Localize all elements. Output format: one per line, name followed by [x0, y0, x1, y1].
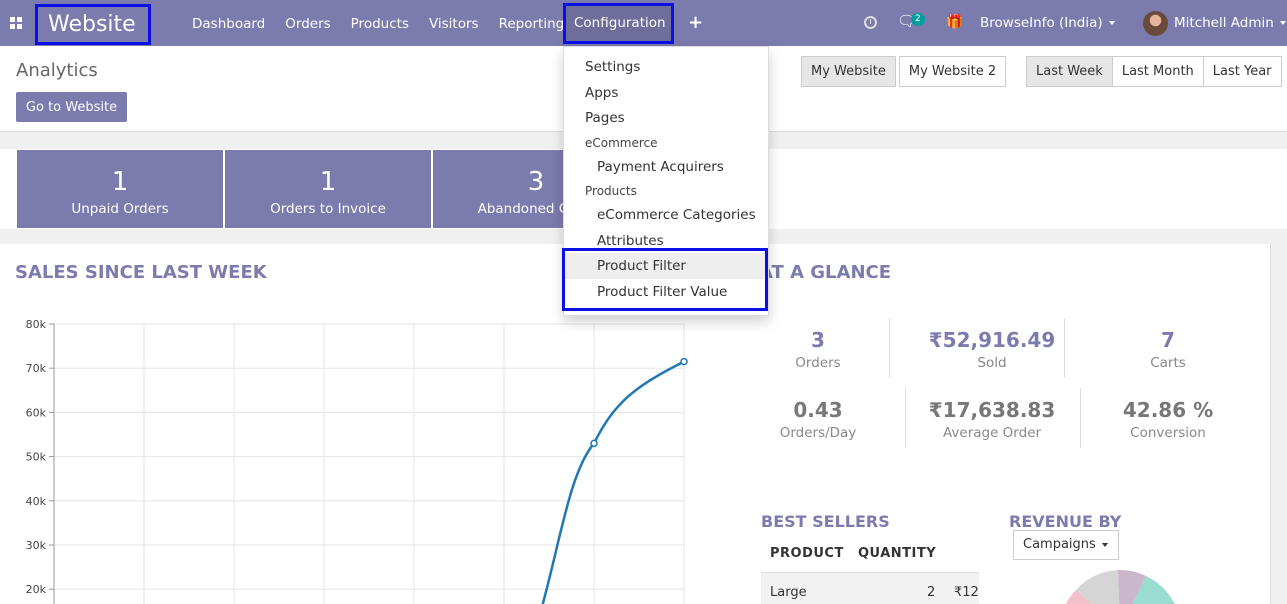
apps-menu-icon[interactable]: [10, 17, 22, 29]
cell-amount: ₹12: [954, 585, 979, 600]
tile-orders-to-invoice[interactable]: 1 Orders to Invoice: [225, 150, 431, 228]
menu-item-attributes[interactable]: Attributes: [564, 233, 768, 249]
chat-badge: 2: [911, 13, 925, 26]
revenue-title: REVENUE BY: [1009, 512, 1122, 531]
website-button-1[interactable]: My Website: [801, 56, 896, 87]
menu-item-ecommerce-categories[interactable]: eCommerce Categories: [564, 207, 768, 223]
menu-reporting[interactable]: Reporting: [489, 0, 575, 46]
menu-products[interactable]: Products: [341, 0, 419, 46]
period-last-week[interactable]: Last Week: [1026, 56, 1113, 87]
menu-dashboard[interactable]: Dashboard: [182, 0, 275, 46]
period-last-month[interactable]: Last Month: [1111, 56, 1204, 87]
stat-orders-per-day: 0.43 Orders/Day: [738, 398, 898, 441]
y-tick-label: 50k: [26, 451, 47, 464]
stat-value: 42.86 %: [1122, 398, 1214, 422]
glance-title: AT A GLANCE: [759, 262, 892, 283]
app-brand[interactable]: Website: [35, 4, 151, 45]
chevron-down-icon: [1101, 542, 1108, 547]
cell-product: Large: [770, 585, 807, 600]
y-tick-label: 60k: [26, 406, 47, 419]
stat-orders: 3 Orders: [738, 328, 898, 371]
revenue-dimension-dropdown[interactable]: Campaigns: [1013, 530, 1119, 560]
add-icon[interactable]: +: [688, 12, 703, 33]
stat-value: 7: [1161, 328, 1175, 352]
y-tick-label: 20k: [26, 583, 47, 596]
company-switcher[interactable]: BrowseInfo (India): [980, 15, 1115, 31]
clock-icon[interactable]: [864, 16, 877, 29]
best-sellers-title: BEST SELLERS: [761, 512, 890, 531]
period-last-year[interactable]: Last Year: [1202, 56, 1282, 87]
divider: [1080, 388, 1081, 448]
y-tick-label: 30k: [26, 539, 47, 552]
company-name: BrowseInfo (India): [980, 15, 1103, 31]
menu-item-payment-acquirers[interactable]: Payment Acquirers: [564, 159, 768, 175]
series-line: [541, 360, 685, 604]
tile-value: 1: [319, 167, 337, 197]
tile-unpaid-orders[interactable]: 1 Unpaid Orders: [17, 150, 223, 228]
breadcrumb: Analytics: [16, 60, 98, 81]
stat-label: Orders: [795, 355, 841, 371]
stat-label: Orders/Day: [779, 425, 857, 441]
menu-section-products: Products: [585, 184, 637, 198]
column-header-product: PRODUCT: [770, 546, 844, 561]
menu-item-apps[interactable]: Apps: [564, 85, 768, 101]
gift-icon[interactable]: 🎁: [946, 14, 963, 30]
tile-label: Unpaid Orders: [71, 201, 169, 217]
menu-item-settings[interactable]: Settings: [564, 59, 768, 75]
main-menu: Dashboard Orders Products Visitors Repor…: [182, 0, 574, 46]
divider: [889, 318, 890, 378]
column-header-quantity: QUANTITY: [858, 546, 937, 561]
sales-line-chart: 20k 30k 40k 50k 60k 70k 80k: [26, 318, 688, 604]
chevron-down-icon: [1108, 21, 1115, 25]
period-switcher: Last Week Last Month Last Year: [1026, 56, 1282, 87]
menu-visitors[interactable]: Visitors: [419, 0, 489, 46]
go-to-website-button[interactable]: Go to Website: [16, 92, 127, 122]
data-point: [680, 357, 688, 366]
highlight-box: [562, 248, 768, 311]
tile-label: Orders to Invoice: [270, 201, 386, 217]
menu-item-pages[interactable]: Pages: [564, 110, 768, 126]
menu-orders[interactable]: Orders: [275, 0, 340, 46]
stat-carts: 7 Carts: [1088, 328, 1248, 371]
stat-label: Carts: [1150, 355, 1186, 371]
chevron-down-icon: [1279, 21, 1286, 25]
menu-section-ecommerce: eCommerce: [585, 136, 658, 150]
sales-title: SALES SINCE LAST WEEK: [15, 262, 267, 283]
table-row[interactable]: Large 2 ₹12: [761, 572, 979, 604]
y-tick-label: 80k: [26, 318, 47, 331]
top-navbar: Website Dashboard Orders Products Visito…: [0, 0, 1287, 46]
stat-value: 3: [811, 328, 825, 352]
tile-value: 1: [111, 167, 129, 197]
stat-label: Conversion: [1130, 425, 1206, 441]
cell-quantity: 2: [927, 585, 936, 600]
stat-label: Sold: [977, 355, 1007, 371]
stat-value: ₹17,638.83: [928, 398, 1056, 422]
stat-label: Average Order: [942, 425, 1042, 441]
revenue-pie-chart: [1065, 569, 1175, 604]
y-tick-label: 70k: [26, 362, 47, 375]
website-button-2[interactable]: My Website 2: [898, 56, 1007, 87]
website-switcher: My Website My Website 2: [801, 56, 1007, 87]
stat-value: 0.43: [793, 398, 843, 422]
user-name: Mitchell Admin: [1174, 15, 1274, 31]
sales-chart: 20k 30k 40k 50k 60k 70k 80k: [0, 314, 700, 604]
data-point: [590, 439, 598, 448]
stat-value: ₹52,916.49: [928, 328, 1056, 352]
divider: [1064, 318, 1065, 378]
user-menu[interactable]: Mitchell Admin: [1174, 15, 1286, 31]
stat-average-order: ₹17,638.83 Average Order: [912, 398, 1072, 441]
y-tick-label: 40k: [26, 495, 47, 508]
divider: [905, 388, 906, 448]
avatar[interactable]: [1143, 11, 1168, 36]
dropdown-value: Campaigns: [1023, 537, 1096, 552]
menu-configuration[interactable]: Configuration: [563, 3, 674, 44]
stat-conversion: 42.86 % Conversion: [1088, 398, 1248, 441]
stat-sold: ₹52,916.49 Sold: [912, 328, 1072, 371]
